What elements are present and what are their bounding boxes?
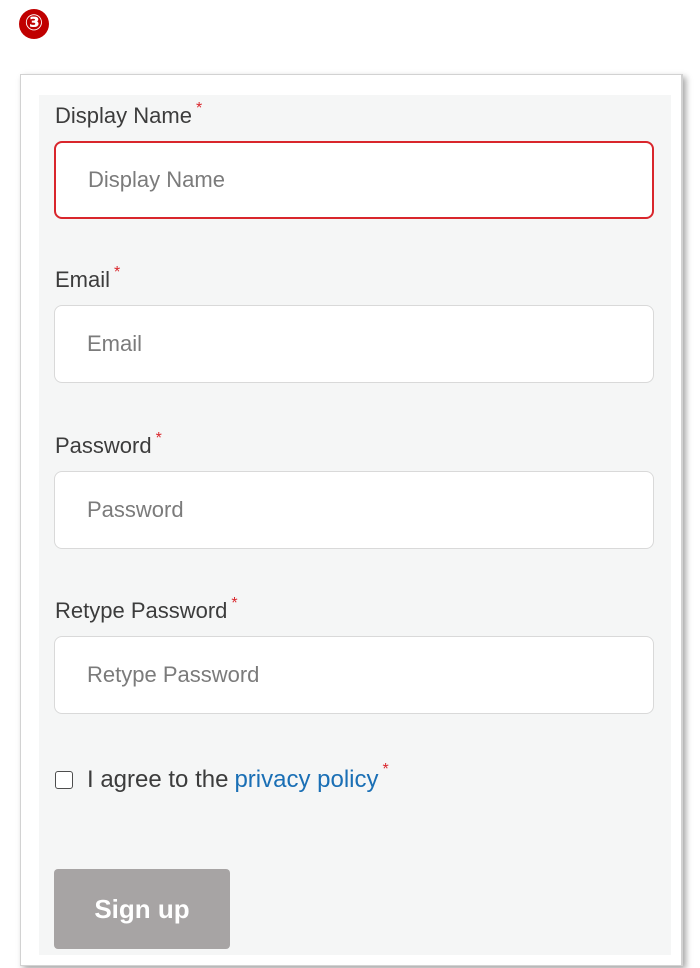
email-input[interactable] [54,305,654,383]
password-label: Password * [55,430,162,459]
email-label-text: Email [55,267,111,292]
step-number-badge: ③ [19,9,49,39]
required-marker: * [382,761,389,778]
email-label: Email * [55,264,121,293]
sign-up-button[interactable]: Sign up [54,869,230,949]
password-label-text: Password [55,433,152,458]
signup-card: Display Name* Email* Password* Retype Pa… [20,74,683,966]
required-marker: * [114,264,121,281]
display-name-label-text: Display Name [55,103,192,128]
display-name-label: Display Name * [55,100,203,129]
privacy-agreement-row: I agree to the privacy policy * [55,761,389,795]
display-name-input[interactable] [54,141,654,219]
privacy-agreement-text: I agree to the [87,766,229,793]
retype-password-label: Retype Password * [55,595,238,624]
signup-form: Display Name* Email* Password* Retype Pa… [39,95,671,955]
privacy-policy-link[interactable]: privacy policy [234,766,378,794]
retype-password-label-text: Retype Password [55,598,228,623]
required-marker: * [155,430,162,447]
privacy-agreement-checkbox[interactable] [55,771,73,789]
password-input[interactable] [54,471,654,549]
required-marker: * [195,100,203,117]
required-marker: * [231,595,238,612]
retype-password-input[interactable] [54,636,654,714]
